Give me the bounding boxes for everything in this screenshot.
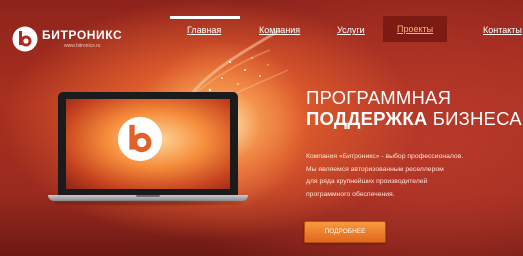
hero-title-line2: ПОДДЕРЖКА БИЗНЕСА bbox=[306, 108, 522, 129]
hero-title-rest: БИЗНЕСА bbox=[432, 108, 522, 129]
site-logo[interactable]: БИТРОНИКС www.bitronics.ru bbox=[12, 26, 122, 52]
nav-item-company[interactable]: Компания bbox=[259, 23, 300, 37]
brand-tagline: www.bitronics.ru bbox=[64, 43, 101, 49]
description-line: программного обеспечения. bbox=[306, 190, 395, 198]
brand-name: БИТРОНИКС bbox=[42, 28, 123, 42]
nav-top-indicator bbox=[170, 16, 240, 19]
hero-headline: ПРОГРАММНАЯ ПОДДЕРЖКА БИЗНЕСА bbox=[306, 87, 522, 129]
bitronix-logo-icon bbox=[12, 26, 38, 52]
nav-item-home[interactable]: Главная bbox=[187, 23, 221, 37]
main-navigation: Главная Компания Услуги Проекты Контакты bbox=[170, 16, 523, 42]
hero-title-bold: ПОДДЕРЖКА bbox=[306, 108, 428, 129]
laptop-notch bbox=[136, 195, 160, 197]
description-line: для ряда крупнейших производителей bbox=[306, 178, 428, 185]
laptop-shadow bbox=[54, 201, 242, 205]
screen-logo-icon bbox=[117, 116, 163, 162]
nav-item-services[interactable]: Услуги bbox=[337, 23, 365, 37]
nav-item-projects[interactable]: Проекты bbox=[383, 16, 448, 42]
nav-item-contacts[interactable]: Контакты bbox=[483, 23, 522, 37]
description-line: Компания «Битроникс» - выбор профессиона… bbox=[306, 153, 464, 160]
hero-description: Компания «Битроникс» - выбор профессиона… bbox=[306, 151, 516, 201]
more-details-button[interactable]: ПОДРОБНЕЕ bbox=[304, 221, 386, 243]
hero-title-line1: ПРОГРАММНАЯ bbox=[306, 87, 452, 108]
description-line: Мы являемся авторизованным реселлером bbox=[306, 165, 444, 173]
